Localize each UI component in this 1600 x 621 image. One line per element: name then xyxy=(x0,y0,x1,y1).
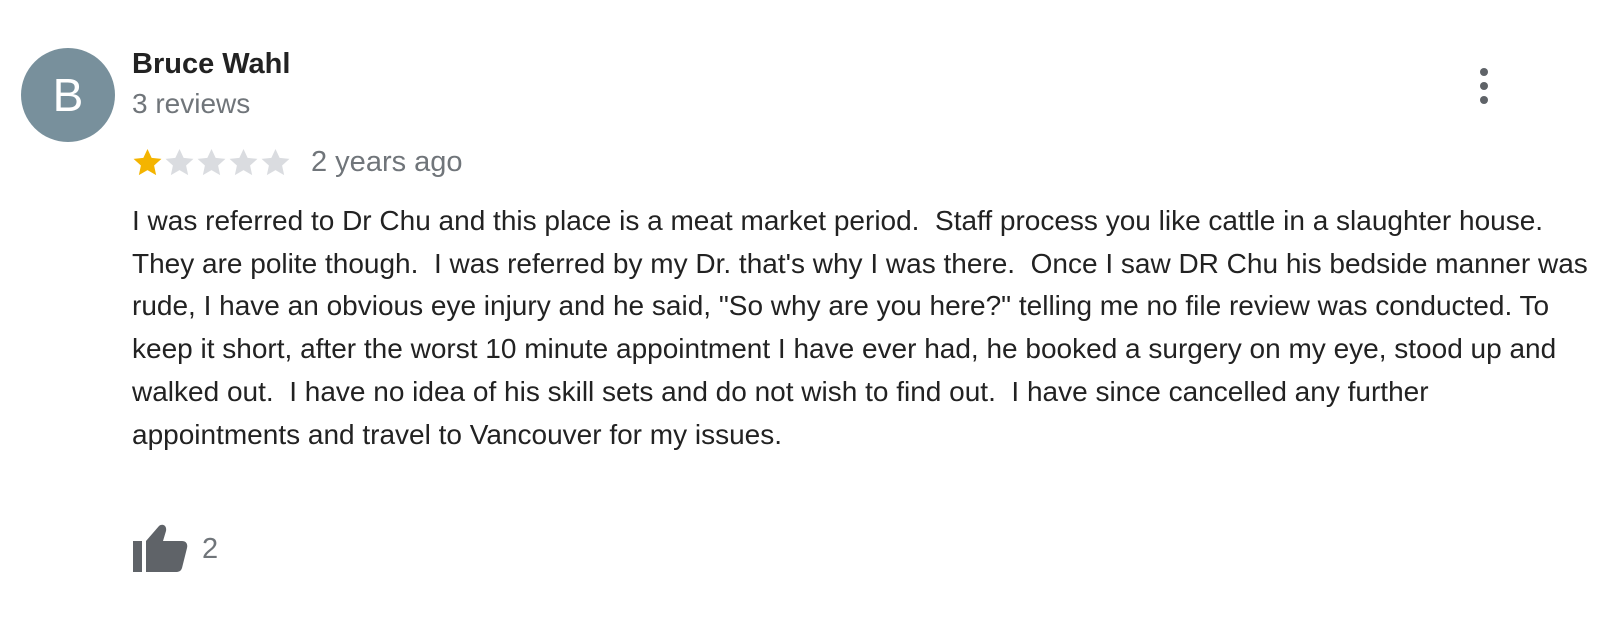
star-filled-icon xyxy=(133,148,162,175)
review-text: I was referred to Dr Chu and this place … xyxy=(132,205,1596,450)
rating-row: 2 years ago xyxy=(132,142,463,182)
reviewer-name[interactable]: Bruce Wahl xyxy=(132,46,290,82)
star-rating xyxy=(132,147,291,178)
like-count: 2 xyxy=(202,532,219,565)
like-row: 2 xyxy=(132,524,218,574)
avatar-letter: B xyxy=(52,69,84,121)
star-empty-icon xyxy=(165,148,194,175)
star-empty-icon xyxy=(229,148,258,175)
thumbs-up-icon[interactable] xyxy=(132,524,188,574)
review-time: 2 years ago xyxy=(311,145,463,178)
star-empty-icon xyxy=(261,148,290,175)
more-vert-icon[interactable] xyxy=(1468,64,1500,108)
avatar[interactable]: B xyxy=(21,48,115,142)
review-count[interactable]: 3 reviews xyxy=(132,86,250,122)
star-empty-icon xyxy=(197,148,226,175)
